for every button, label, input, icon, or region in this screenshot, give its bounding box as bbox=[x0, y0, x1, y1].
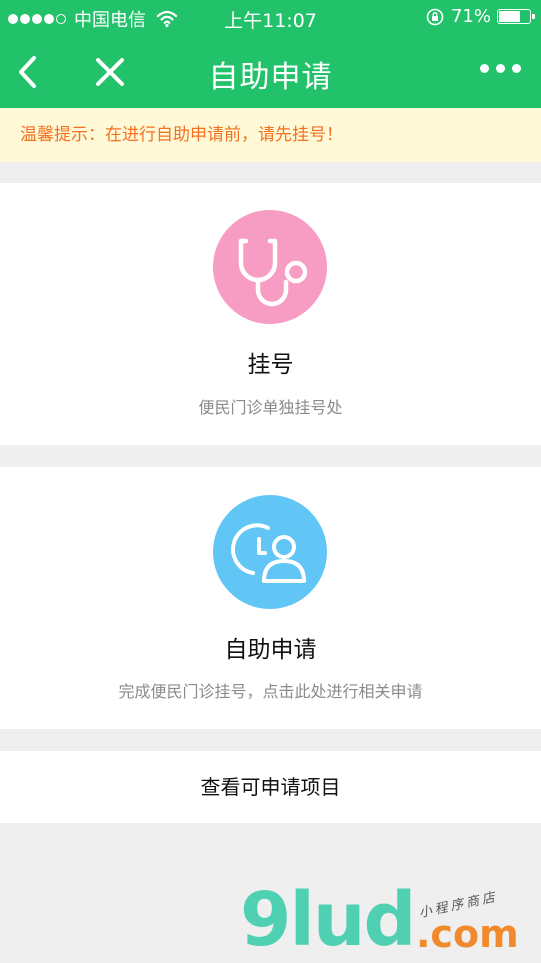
battery-fill bbox=[499, 11, 520, 22]
watermark-domain: .com bbox=[416, 912, 519, 956]
nav-bar: 自助申请 bbox=[0, 34, 541, 108]
view-items-button[interactable]: 查看可申请项目 bbox=[0, 751, 541, 823]
rotation-lock-icon bbox=[426, 8, 444, 25]
self-apply-card[interactable]: 自助申请 完成便民门诊挂号，点击此处进行相关申请 bbox=[0, 467, 541, 729]
stethoscope-icon bbox=[238, 238, 308, 307]
battery-percent: 71% bbox=[450, 6, 491, 27]
more-icon[interactable] bbox=[480, 64, 521, 73]
status-bar: 中国电信 上午11:07 71% bbox=[0, 0, 541, 34]
register-card[interactable]: 挂号 便民门诊单独挂号处 bbox=[0, 183, 541, 445]
self-apply-description: 完成便民门诊挂号，点击此处进行相关申请 bbox=[118, 682, 423, 701]
watermark-logo: 9lud 小程序商店 .com bbox=[240, 880, 541, 960]
watermark-brand: 9lud bbox=[240, 877, 417, 963]
stethoscope-icon-circle bbox=[213, 210, 327, 324]
page-title: 自助申请 bbox=[208, 60, 333, 95]
register-description: 便民门诊单独挂号处 bbox=[198, 398, 343, 417]
clock-user-icon bbox=[231, 523, 306, 583]
self-apply-title: 自助申请 bbox=[224, 637, 317, 663]
clock-user-icon-circle bbox=[213, 495, 327, 609]
register-title: 挂号 bbox=[247, 352, 294, 378]
battery-icon bbox=[497, 9, 535, 24]
status-right: 71% bbox=[425, 6, 535, 27]
notice-banner: 温馨提示：在进行自助申请前，请先挂号！ bbox=[0, 108, 541, 162]
